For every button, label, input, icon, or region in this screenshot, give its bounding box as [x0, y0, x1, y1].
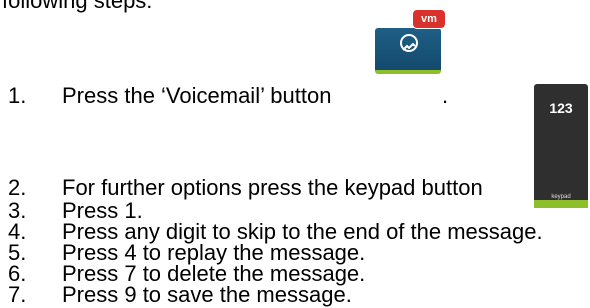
intro-text: following steps:	[2, 0, 153, 13]
keypad-button[interactable]: 123 keypad	[534, 84, 588, 208]
keypad-number: 123	[549, 100, 573, 116]
step-number: 1.	[8, 83, 27, 108]
voicemail-icon	[400, 34, 418, 52]
step-text: Press the ‘Voicemail’ button	[62, 83, 332, 108]
step-period: .	[442, 83, 449, 108]
keypad-accent	[534, 200, 588, 208]
step-number: 7.	[8, 282, 27, 307]
voicemail-badge: vm	[413, 10, 445, 28]
step-text: Press 9 to save the message.	[62, 282, 352, 307]
voicemail-button[interactable]	[375, 28, 441, 74]
